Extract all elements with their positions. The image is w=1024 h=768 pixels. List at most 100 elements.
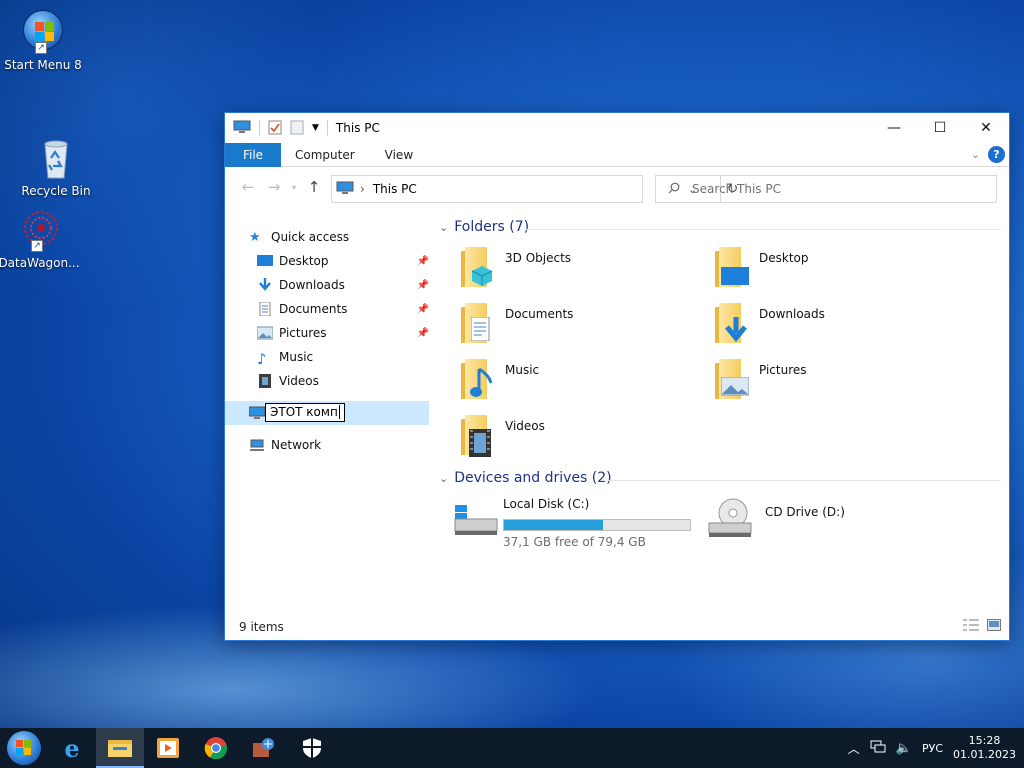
hard-drive-icon — [453, 497, 499, 539]
chrome-icon — [204, 737, 228, 760]
drive-usage-fill — [504, 520, 604, 530]
document-icon — [257, 301, 273, 317]
clock-date: 01.01.2023 — [953, 748, 1016, 761]
back-arrow-icon[interactable]: ← — [235, 178, 261, 196]
group-header-folders[interactable]: ⌄ Folders (7) — [439, 219, 529, 235]
folder-desktop[interactable]: Desktop — [711, 247, 951, 301]
computer-icon — [248, 406, 266, 420]
desktop-icon-label: Recycle Bin — [21, 184, 91, 198]
window-title: This PC — [335, 121, 380, 135]
navigation-bar: ← → ▾ ↑ › This PC ⌄ ↻ Search This PC — [225, 167, 1009, 207]
collapse-chevron-icon[interactable]: ⌄ — [439, 221, 448, 234]
folder-documents[interactable]: Documents — [457, 303, 697, 357]
details-view-icon[interactable] — [963, 619, 979, 634]
maximize-button[interactable]: ☐ — [917, 113, 963, 143]
desktop-icon-start-menu[interactable]: ↗ Start Menu 8 — [0, 8, 86, 72]
datawagon-icon: ↗ — [17, 208, 61, 252]
collapse-chevron-icon[interactable]: ⌄ — [439, 472, 448, 485]
drive-usage-bar — [503, 519, 691, 531]
rename-input[interactable]: ЭТОТ комп — [265, 403, 345, 422]
pin-icon[interactable]: 📌 — [417, 256, 429, 267]
taskbar-internet-explorer[interactable]: e — [48, 728, 96, 768]
taskbar-media-player[interactable] — [144, 728, 192, 768]
star-icon: ★ — [249, 230, 261, 245]
breadcrumb-this-pc[interactable]: This PC — [373, 182, 417, 196]
tab-computer[interactable]: Computer — [281, 148, 371, 162]
show-hidden-icons-icon[interactable]: ︿ — [848, 740, 860, 757]
nav-network[interactable]: Network — [249, 434, 321, 456]
forward-arrow-icon[interactable]: → — [261, 178, 287, 196]
taskbar-file-explorer[interactable] — [96, 728, 144, 768]
nav-item-desktop[interactable]: Desktop 📌 — [257, 250, 429, 272]
breadcrumb-separator-icon[interactable]: › — [360, 182, 365, 196]
desktop-icon — [257, 254, 273, 268]
taskbar-security[interactable] — [288, 728, 336, 768]
folder-downloads[interactable]: Downloads — [711, 303, 951, 357]
tab-view[interactable]: View — [371, 148, 429, 162]
expand-ribbon-icon[interactable]: ⌄ — [971, 148, 980, 161]
cd-drive-icon — [707, 497, 753, 539]
divider — [603, 480, 1001, 481]
nav-item-pictures[interactable]: Pictures 📌 — [256, 322, 429, 344]
nav-item-downloads[interactable]: Downloads 📌 — [257, 274, 429, 296]
address-bar[interactable]: › This PC ⌄ ↻ — [331, 175, 738, 203]
desktop-icon-label: DataWagon... — [0, 256, 80, 270]
recent-locations-icon[interactable]: ▾ — [287, 183, 301, 192]
group-header-devices[interactable]: ⌄ Devices and drives (2) — [439, 470, 612, 486]
desktop-icon-recycle-bin[interactable]: Recycle Bin — [13, 136, 99, 198]
film-icon — [257, 374, 273, 388]
network-app-icon — [253, 738, 274, 757]
navigation-pane: ★ Quick access Desktop 📌 Downloads 📌 Doc… — [225, 223, 431, 615]
search-input[interactable]: Search This PC — [655, 175, 997, 203]
large-icons-view-icon[interactable] — [987, 619, 1001, 634]
network-icon — [249, 438, 265, 452]
nav-item-videos[interactable]: Videos — [257, 370, 319, 392]
language-indicator[interactable]: РУС — [922, 742, 943, 755]
drive-label: Local Disk (C:) — [503, 497, 590, 511]
folder-3d-objects[interactable]: 3D Objects — [457, 247, 697, 301]
folder-pictures[interactable]: Pictures — [711, 359, 951, 413]
nav-quick-access[interactable]: ★ Quick access — [249, 226, 349, 248]
volume-icon[interactable]: 🔈 — [896, 741, 912, 756]
nav-item-documents[interactable]: Documents 📌 — [257, 298, 429, 320]
close-button[interactable]: ✕ — [963, 113, 1009, 143]
folder-icon — [108, 740, 132, 757]
customize-quick-access-icon[interactable]: ▼ — [312, 123, 319, 133]
folder-music[interactable]: Music — [457, 359, 697, 413]
recycle-bin-icon — [34, 136, 78, 180]
folder-pictures-icon — [711, 359, 751, 401]
clock-time: 15:28 — [968, 734, 1001, 747]
new-folder-icon[interactable] — [290, 119, 304, 138]
clock[interactable]: 15:28 01.01.2023 — [953, 734, 1016, 762]
internet-explorer-icon: e — [64, 733, 80, 763]
nav-item-music[interactable]: ♪ Music — [257, 346, 313, 368]
taskbar: e ︿ 🔈 РУС 15:28 01.01.2023 — [0, 728, 1024, 768]
pin-icon[interactable]: 📌 — [417, 304, 429, 315]
divider — [525, 229, 1001, 230]
minimize-button[interactable]: — — [871, 113, 917, 143]
drive-cd-d[interactable]: CD Drive (D:) — [707, 497, 947, 551]
shortcut-arrow-icon: ↗ — [35, 42, 47, 54]
folder-music-icon — [457, 359, 497, 401]
properties-icon[interactable] — [268, 119, 282, 138]
help-icon[interactable]: ? — [988, 146, 1005, 163]
folder-videos[interactable]: Videos — [457, 415, 697, 469]
network-status-icon[interactable] — [870, 740, 886, 757]
drive-local-disk-c[interactable]: Local Disk (C:) 37,1 GB free of 79,4 GB — [453, 497, 693, 551]
search-icon — [668, 182, 680, 197]
up-arrow-icon[interactable]: ↑ — [301, 178, 327, 196]
start-button[interactable] — [0, 728, 48, 768]
desktop-icon-datawagon[interactable]: ↗ DataWagon... — [0, 208, 82, 270]
tab-file[interactable]: File — [225, 142, 281, 167]
picture-icon — [256, 326, 274, 340]
computer-icon — [233, 120, 251, 137]
folder-documents-icon — [457, 303, 497, 345]
system-tray: ︿ 🔈 РУС 15:28 01.01.2023 — [848, 728, 1016, 768]
computer-icon — [336, 181, 354, 198]
taskbar-app-network[interactable] — [240, 728, 288, 768]
pin-icon[interactable]: 📌 — [417, 280, 429, 291]
pin-icon[interactable]: 📌 — [417, 328, 429, 339]
media-player-icon — [157, 738, 179, 758]
taskbar-chrome[interactable] — [192, 728, 240, 768]
title-bar[interactable]: ▼ This PC — ☐ ✕ — [225, 113, 1009, 143]
